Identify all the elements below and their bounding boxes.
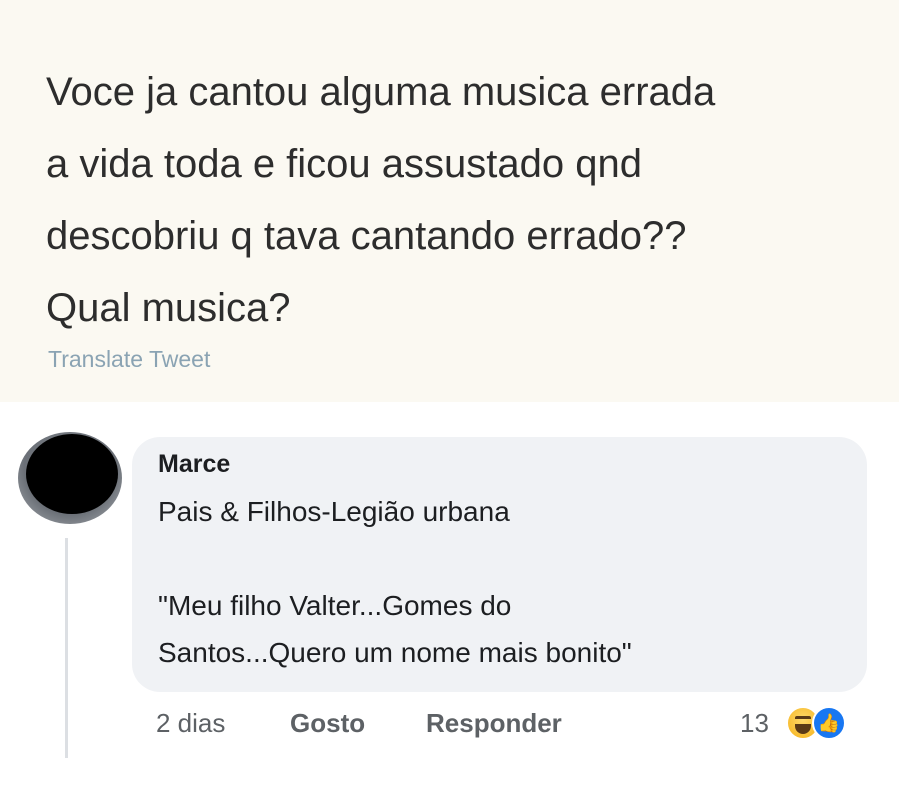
comment-line: Pais & Filhos-Legião urbana [158, 496, 510, 527]
avatar[interactable] [18, 432, 122, 524]
comment-timestamp[interactable]: 2 dias [156, 708, 225, 739]
tweet-line: a vida toda e ficou assustado qnd [46, 142, 642, 186]
reply-button[interactable]: Responder [426, 708, 562, 739]
reaction-count: 13 [740, 708, 769, 738]
tweet-line: Voce ja cantou alguma musica errada [46, 70, 716, 114]
like-button[interactable]: Gosto [290, 708, 365, 739]
like-icon: 👍 [812, 706, 846, 740]
tweet-line: Qual musica? [46, 286, 291, 330]
tweet-card: Voce ja cantou alguma musica errada a vi… [0, 0, 899, 402]
tweet-text: Voce ja cantou alguma musica errada a vi… [46, 56, 866, 344]
comment-author[interactable]: Marce [158, 450, 230, 479]
comment-line: "Meu filho Valter...Gomes do [158, 590, 512, 621]
tweet-line: descobriu q tava cantando errado?? [46, 214, 687, 258]
translate-tweet-link[interactable]: Translate Tweet [48, 346, 210, 373]
avatar-redaction [26, 434, 118, 514]
comment-line: Santos...Quero um nome mais bonito" [158, 637, 632, 668]
